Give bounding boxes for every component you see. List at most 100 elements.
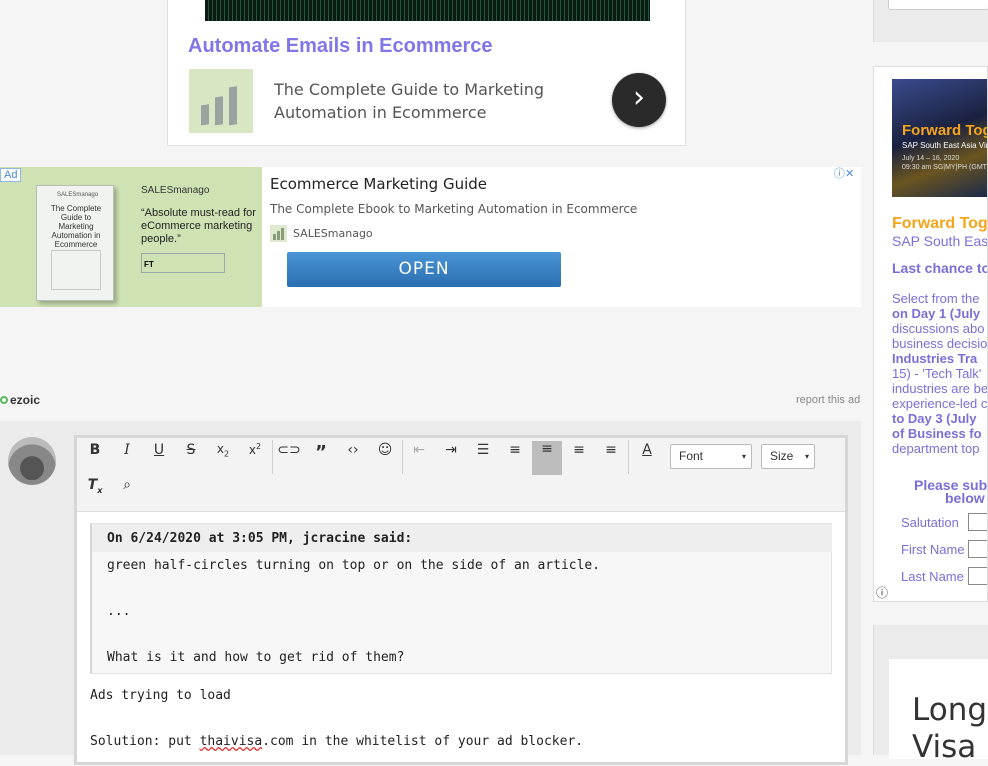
chevron-down-icon: ▾ [804, 452, 809, 461]
avatar[interactable] [8, 437, 56, 485]
sidebar-ad-body-line: experience-led c [892, 396, 988, 411]
sidebar-tab[interactable] [888, 0, 988, 10]
quote-block[interactable]: On 6/24/2020 at 3:05 PM, jcracine said: … [90, 523, 832, 674]
ad-quote: “Absolute must-read for eCommerce market… [141, 207, 256, 245]
ad-open-button[interactable]: OPEN [287, 252, 561, 287]
article-title-link[interactable]: Automate Emails in Ecommerce [188, 35, 493, 58]
toolbar-divider [628, 440, 629, 474]
quote-line: green half-circles turning on top or on … [107, 558, 601, 573]
bar-chart-logo-icon [201, 86, 237, 126]
book-title: The Complete Guide to Marketing Automati… [50, 204, 102, 249]
article-description: The Complete Guide to Marketing Automati… [274, 80, 544, 122]
ad-description: The Complete Ebook to Marketing Automati… [270, 202, 638, 216]
chevron-right-icon: › [633, 80, 645, 115]
link-icon[interactable]: ⊂⊃ [274, 442, 304, 476]
quote-header: On 6/24/2020 at 3:05 PM, jcracine said: [92, 524, 832, 552]
align-left-icon[interactable]: ≡ [532, 441, 562, 475]
bulleted-list-icon[interactable]: ☰ [468, 442, 498, 476]
sidebar-top-panel [873, 0, 988, 42]
quote-line: ... [107, 604, 131, 619]
ft-badge: FT [141, 253, 225, 273]
next-arrow-button[interactable]: › [612, 73, 666, 127]
first-name-label: First Name [901, 542, 965, 557]
font-dropdown-label: Font [679, 449, 704, 463]
sidebar-ad[interactable]: Forward Together SAP South East Asia Vir… [873, 66, 988, 602]
reply-text-line[interactable]: Solution: put thaivisa.com in the whitel… [90, 734, 583, 749]
ad-brand-logo: SALESmanago [141, 185, 210, 196]
reply-text-line[interactable]: Ads trying to load [90, 688, 231, 703]
misspelled-word[interactable]: thaivisa [200, 734, 263, 749]
underline-button[interactable]: U [144, 442, 174, 476]
book-brand: SALESmanago [57, 192, 99, 198]
last-name-field[interactable] [968, 567, 987, 585]
clear-formatting-icon[interactable]: Tx [80, 477, 110, 511]
report-ad-link[interactable]: report this ad [796, 394, 860, 406]
info-icon[interactable]: ⓘ [876, 584, 888, 601]
ezoic-label: ezoic [10, 393, 41, 407]
event-banner-title: Forward Together [902, 122, 987, 139]
emoji-icon[interactable]: ☺ [370, 442, 400, 476]
event-banner-subtitle: SAP South East Asia Virtual [902, 141, 988, 150]
sidebar-ad-subhead: SAP South East Asia [892, 233, 988, 249]
salutation-field[interactable] [968, 513, 987, 531]
ad-headline[interactable]: Ecommerce Marketing Guide [270, 175, 487, 193]
align-center-icon[interactable]: ≡ [564, 442, 594, 476]
sidebar-card-title-2[interactable]: Visa i [912, 729, 988, 766]
sidebar-ad-body-line: industries are be [892, 381, 988, 396]
font-dropdown[interactable]: Font ▾ [670, 444, 752, 469]
indent-icon[interactable]: ⇥ [436, 442, 466, 476]
ad-banner[interactable]: SALESmanago The Complete Guide to Market… [0, 167, 861, 307]
ad-source-name: SALESmanago [293, 227, 373, 240]
sidebar-ad-body-line: department top [892, 441, 980, 456]
text-color-icon[interactable]: A [632, 442, 662, 476]
preview-icon[interactable]: ⌕ [112, 477, 142, 511]
last-name-label: Last Name [901, 569, 964, 584]
adchoices-close-icon[interactable]: ⓘ✕ [834, 167, 861, 180]
sidebar-ad-headline[interactable]: Forward Together [892, 215, 987, 233]
ezoic-icon [0, 396, 8, 404]
sidebar-ad-body-line: Industries Tra [892, 351, 978, 366]
reply-text: .com in the whitelist of your ad blocker… [262, 734, 584, 749]
event-banner-time: 09:30 am SG|MY|PH (GMT +8) [902, 164, 987, 171]
sidebar-ad-body-line: 15) - 'Tech Talk' [892, 366, 982, 381]
ad-label: Ad [0, 168, 22, 182]
reply-text: Solution: put [90, 734, 200, 749]
article-hero-image[interactable] [205, 0, 650, 21]
outdent-icon[interactable]: ⇤ [404, 442, 434, 476]
sidebar-ad-body-line: discussions abo [892, 321, 985, 336]
quote-line: What is it and how to get rid of them? [107, 650, 405, 665]
event-banner-date: July 14 – 16, 2020 [902, 155, 960, 162]
italic-button[interactable]: I [112, 442, 142, 476]
code-icon[interactable]: ‹› [338, 442, 368, 476]
toolbar-divider [272, 440, 273, 474]
sidebar-ad-body-line: of Business fo [892, 426, 982, 441]
strikethrough-button[interactable]: S [176, 442, 206, 476]
first-name-field[interactable] [968, 540, 987, 558]
size-dropdown-label: Size [770, 449, 794, 463]
numbered-list-icon[interactable]: ≡ [500, 442, 530, 476]
sidebar-bottom-panel: Long Visa i [873, 625, 988, 765]
sidebar-ad-last-chance: Last chance to [892, 260, 988, 276]
form-prompt-2: below [945, 490, 985, 506]
sidebar-card-title[interactable]: Long [912, 692, 987, 729]
ad-source-logo [270, 225, 287, 242]
toolbar-divider [402, 440, 403, 474]
subscript-button[interactable]: x2 [208, 442, 238, 476]
align-right-icon[interactable]: ≡ [596, 442, 626, 476]
ad-creative-image[interactable]: SALESmanago The Complete Guide to Market… [0, 167, 262, 307]
bold-button[interactable]: B [80, 442, 110, 476]
quote-icon[interactable]: ” [306, 442, 336, 476]
article-thumbnail[interactable] [189, 69, 253, 133]
sidebar-ad-body-line: on Day 1 (July [892, 306, 981, 321]
sidebar-ad-body-line: business decisio [892, 336, 988, 351]
sidebar-ad-body-line: Select from the [892, 291, 980, 306]
book-illustration [51, 250, 101, 290]
salutation-label: Salutation [901, 515, 959, 530]
sidebar-ad-body-line: to Day 3 (July [892, 411, 977, 426]
ezoic-logo[interactable]: ezoic [0, 393, 40, 407]
article-recommendation-card[interactable]: Automate Emails in Ecommerce The Complet… [167, 0, 686, 146]
reply-editor[interactable]: B I U S x2 x2 ⊂⊃ ” ‹› ☺ ⇤ ⇥ ☰ ≡ ≡ ≡ ≡ A … [74, 435, 848, 765]
superscript-button[interactable]: x2 [240, 442, 270, 476]
size-dropdown[interactable]: Size ▾ [761, 444, 815, 469]
ebook-cover-image: SALESmanago The Complete Guide to Market… [36, 185, 114, 301]
